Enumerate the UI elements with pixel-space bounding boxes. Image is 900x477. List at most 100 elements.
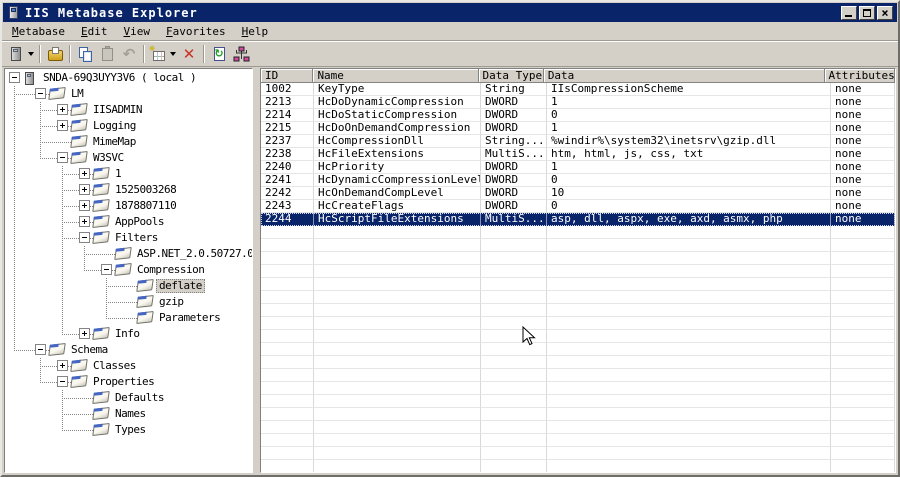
undo-button[interactable]: ↶: [118, 43, 140, 65]
empty-row: [261, 408, 895, 421]
tree-node-label[interactable]: deflate: [156, 279, 205, 293]
tree-node-schema[interactable]: Schema: [5, 342, 252, 358]
tree-node-label[interactable]: Defaults: [112, 391, 167, 405]
tree-node-snda-69q3uyy3v6-local-[interactable]: SNDA-69Q3UYY3V6 ( local ): [5, 70, 252, 86]
tree-node-compression[interactable]: Compression: [5, 262, 252, 278]
tree-node-label[interactable]: 1525003268: [112, 183, 179, 197]
paste-button[interactable]: [96, 43, 118, 65]
collapse-icon[interactable]: [57, 376, 68, 387]
menu-view[interactable]: View: [115, 24, 158, 39]
maximize-button[interactable]: [859, 5, 875, 20]
row-2238[interactable]: 2238 HcFileExtensions MultiS... htm, html, …: [261, 148, 895, 161]
collapse-icon[interactable]: [101, 264, 112, 275]
tree-node-label[interactable]: SNDA-69Q3UYY3V6 ( local ): [40, 71, 199, 85]
menu-favorites[interactable]: Favorites: [158, 24, 234, 39]
delete-button[interactable]: ✕: [178, 43, 200, 65]
cell-id: 2242: [261, 187, 314, 200]
tree-node-1[interactable]: 1: [5, 166, 252, 182]
row-2244[interactable]: 2244 HcScriptFileExtensions MultiS... asp, …: [261, 213, 895, 226]
tree-node-apppools[interactable]: AppPools: [5, 214, 252, 230]
tree-node-deflate[interactable]: deflate: [5, 278, 252, 294]
row-2240[interactable]: 2240 HcPriority DWORD 1 none: [261, 161, 895, 174]
row-1002[interactable]: 1002 KeyType String IIsCompressionScheme non…: [261, 83, 895, 96]
refresh-button[interactable]: ↻: [208, 43, 230, 65]
tree-node-label[interactable]: LM: [68, 87, 86, 101]
tree-node-lm[interactable]: LM: [5, 86, 252, 102]
column-header-name[interactable]: Name: [313, 69, 479, 83]
collapse-icon[interactable]: [57, 152, 68, 163]
collapse-icon[interactable]: [35, 88, 46, 99]
tree-node-label[interactable]: 1878807110: [112, 199, 179, 213]
connect-server-button[interactable]: [6, 43, 36, 65]
expand-icon[interactable]: [79, 168, 90, 179]
tree-node-types[interactable]: Types: [5, 422, 252, 438]
column-header-attributes[interactable]: Attributes: [824, 69, 895, 83]
tree-node-label[interactable]: IISADMIN: [90, 103, 145, 117]
menu-metabase[interactable]: Metabase: [4, 24, 73, 39]
dropdown-caret-icon[interactable]: [28, 52, 34, 56]
tree-node-label[interactable]: Names: [112, 407, 149, 421]
tree-node-label[interactable]: Filters: [112, 231, 161, 245]
tree-node-defaults[interactable]: Defaults: [5, 390, 252, 406]
row-2214[interactable]: 2214 HcDoStaticCompression DWORD 0 none: [261, 109, 895, 122]
close-button[interactable]: ×: [877, 5, 893, 20]
tree-node-properties[interactable]: Properties: [5, 374, 252, 390]
tree-node-label[interactable]: 1: [112, 167, 124, 181]
column-header-data[interactable]: Data: [543, 69, 825, 83]
menu-help[interactable]: Help: [234, 24, 277, 39]
tree-node-info[interactable]: Info: [5, 326, 252, 342]
tree-node-label[interactable]: AppPools: [112, 215, 167, 229]
tree-node-label[interactable]: Classes: [90, 359, 139, 373]
collapse-icon[interactable]: [79, 232, 90, 243]
tree-node-1525003268[interactable]: 1525003268: [5, 182, 252, 198]
new-record-button[interactable]: ✳: [148, 43, 178, 65]
collapse-icon[interactable]: [9, 72, 20, 83]
tree-node-label[interactable]: Logging: [90, 119, 139, 133]
tree-node-label[interactable]: gzip: [156, 295, 187, 309]
row-2242[interactable]: 2242 HcOnDemandCompLevel DWORD 10 none: [261, 187, 895, 200]
tree-node-logging[interactable]: Logging: [5, 118, 252, 134]
tree-node-names[interactable]: Names: [5, 406, 252, 422]
tree-node-label[interactable]: Schema: [68, 343, 111, 357]
row-2243[interactable]: 2243 HcCreateFlags DWORD 0 none: [261, 200, 895, 213]
tree-node-parameters[interactable]: Parameters: [5, 310, 252, 326]
hierarchy-icon: [233, 46, 250, 63]
tree-node-label[interactable]: Properties: [90, 375, 157, 389]
tree-node-label[interactable]: W3SVC: [90, 151, 127, 165]
copy-button[interactable]: [74, 43, 96, 65]
row-2241[interactable]: 2241 HcDynamicCompressionLevel DWORD 0 none: [261, 174, 895, 187]
collapse-icon[interactable]: [35, 344, 46, 355]
menu-edit[interactable]: Edit: [73, 24, 116, 39]
minimize-button[interactable]: [841, 5, 857, 20]
open-button[interactable]: [44, 43, 66, 65]
tree-node-filters[interactable]: Filters: [5, 230, 252, 246]
tree-node-iisadmin[interactable]: IISADMIN: [5, 102, 252, 118]
expand-icon[interactable]: [57, 360, 68, 371]
expand-icon[interactable]: [79, 184, 90, 195]
dropdown-caret-icon[interactable]: [170, 52, 176, 56]
row-2215[interactable]: 2215 HcDoOnDemandCompression DWORD 1 none: [261, 122, 895, 135]
tree-node-label[interactable]: ASP.NET_2.0.50727.0: [134, 247, 252, 261]
expand-icon[interactable]: [79, 216, 90, 227]
tree-node-asp-net-2-0-50727-0[interactable]: ASP.NET_2.0.50727.0: [5, 246, 252, 262]
tree-node-mimemap[interactable]: MimeMap: [5, 134, 252, 150]
hierarchy-view-button[interactable]: [230, 43, 252, 65]
row-2237[interactable]: 2237 HcCompressionDll String... %windir%\sy…: [261, 135, 895, 148]
column-header-data-type[interactable]: Data Type: [478, 69, 544, 83]
row-2213[interactable]: 2213 HcDoDynamicCompression DWORD 1 none: [261, 96, 895, 109]
tree-node-label[interactable]: Info: [112, 327, 143, 341]
expand-icon[interactable]: [79, 328, 90, 339]
expand-icon[interactable]: [57, 120, 68, 131]
tree-node-w3svc[interactable]: W3SVC: [5, 150, 252, 166]
tree-node-label[interactable]: MimeMap: [90, 135, 139, 149]
tree-node-1878807110[interactable]: 1878807110: [5, 198, 252, 214]
tree-node-label[interactable]: Parameters: [156, 311, 223, 325]
splitter[interactable]: [253, 68, 260, 473]
tree-node-label[interactable]: Compression: [134, 263, 207, 277]
expand-icon[interactable]: [79, 200, 90, 211]
column-header-id[interactable]: ID: [261, 69, 314, 83]
expand-icon[interactable]: [57, 104, 68, 115]
tree-node-classes[interactable]: Classes: [5, 358, 252, 374]
tree-node-gzip[interactable]: gzip: [5, 294, 252, 310]
tree-node-label[interactable]: Types: [112, 423, 149, 437]
